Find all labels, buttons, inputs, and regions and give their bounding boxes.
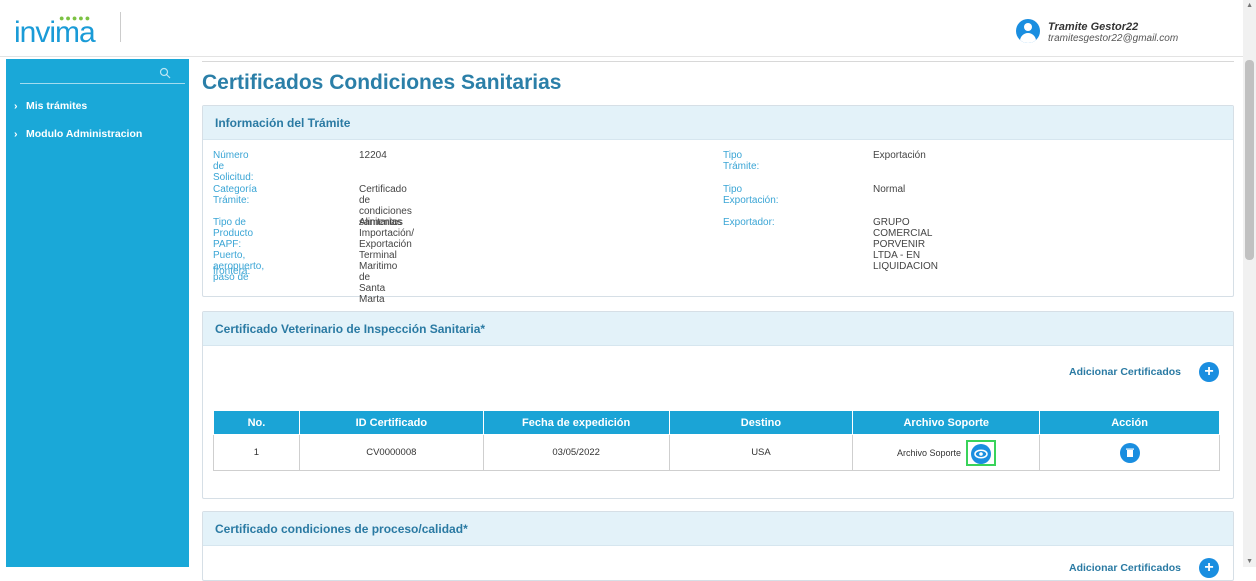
archivo-soporte-label: Archivo Soporte <box>896 447 962 458</box>
label-tipo-tramite: Tipo Trámite: <box>723 150 760 172</box>
chevron-right-icon: › <box>14 100 18 112</box>
add-certificates-link[interactable]: Adicionar Certificados <box>1069 366 1181 378</box>
sidebar-item-modulo-administracion[interactable]: › Modulo Administracion <box>14 128 142 140</box>
label-numero-solicitud: Número de Solicitud: <box>213 150 254 183</box>
sidebar-item-mis-tramites[interactable]: › Mis trámites <box>14 100 87 112</box>
vet-certificates-table: No. ID Certificado Fecha de expedición D… <box>213 410 1220 471</box>
info-card: Información del Trámite Número de Solici… <box>202 105 1234 305</box>
process-card-title: Certificado condiciones de proceso/calid… <box>203 512 1233 546</box>
view-file-highlight[interactable] <box>965 439 996 466</box>
sidebar-item-label: Mis trámites <box>26 100 88 112</box>
value-puerto: Terminal Maritimo de Santa Marta <box>359 250 398 305</box>
title-divider <box>202 61 1234 62</box>
cell-no: 1 <box>213 434 300 471</box>
add-certificate-button[interactable]: + <box>1199 558 1219 578</box>
invima-logo[interactable]: invima ●●●●● <box>14 13 96 50</box>
sidebar: › Mis trámites › Modulo Administracion <box>6 59 189 567</box>
plus-icon: + <box>1204 363 1214 380</box>
cell-accion <box>1039 434 1220 471</box>
label-categoria-tramite: Categoría Trámite: <box>213 184 257 206</box>
page-title: Certificados Condiciones Sanitarias <box>202 71 562 94</box>
add-certificate-button[interactable]: + <box>1199 362 1219 382</box>
value-tipo-producto: Alimentos <box>359 217 403 228</box>
vet-certificate-card: Certificado Veterinario de Inspección Sa… <box>202 311 1234 499</box>
table-row: 1 CV0000008 03/05/2022 USA Archivo Sopor… <box>213 434 1220 471</box>
user-menu[interactable]: Tramite Gestor22 tramitesgestor22@gmail.… <box>1016 15 1226 45</box>
col-no: No. <box>213 410 300 435</box>
label-tipo-producto: Tipo de Producto PAPF: <box>213 217 254 250</box>
user-avatar-icon[interactable] <box>1016 19 1040 43</box>
page-scrollbar[interactable]: ▲ ▼ <box>1243 0 1256 567</box>
top-bar: invima ●●●●● Tramite Gestor22 tramitesge… <box>0 0 1256 57</box>
value-numero-solicitud: 12204 <box>359 150 387 161</box>
user-email: tramitesgestor22@gmail.com <box>1048 33 1179 44</box>
cell-archivo-soporte: Archivo Soporte <box>852 434 1041 471</box>
scroll-down-arrow-icon[interactable]: ▼ <box>1246 558 1253 565</box>
add-certificates-link[interactable]: Adicionar Certificados <box>1069 562 1181 574</box>
logo-divider <box>120 12 121 42</box>
col-id-certificado: ID Certificado <box>298 410 484 435</box>
cell-destino: USA <box>668 434 854 471</box>
eye-icon[interactable] <box>970 443 991 464</box>
chevron-right-icon: › <box>14 128 18 140</box>
col-destino: Destino <box>668 410 854 435</box>
col-accion: Acción <box>1039 410 1220 435</box>
col-fecha-expedicion: Fecha de expedición <box>482 410 670 435</box>
label-tipo-exportacion: Tipo Exportación: <box>723 184 779 206</box>
col-archivo-soporte: Archivo Soporte <box>852 410 1041 435</box>
info-card-title: Información del Trámite <box>203 106 1233 140</box>
cell-fecha: 03/05/2022 <box>482 434 670 471</box>
delete-icon[interactable] <box>1119 442 1140 463</box>
search-icon[interactable] <box>159 67 171 79</box>
scroll-thumb[interactable] <box>1245 60 1254 260</box>
sidebar-search-line[interactable] <box>20 83 185 84</box>
value-tipo-tramite: Exportación <box>873 150 926 161</box>
process-certificate-card: Certificado condiciones de proceso/calid… <box>202 511 1234 581</box>
table-header-row: No. ID Certificado Fecha de expedición D… <box>213 410 1220 435</box>
sidebar-item-label: Modulo Administracion <box>26 128 143 140</box>
user-name: Tramite Gestor22 <box>1048 21 1139 33</box>
value-exportador: GRUPO COMERCIAL PORVENIR LTDA - EN LIQUI… <box>873 217 939 272</box>
main-content: Certificados Condiciones Sanitarias Info… <box>202 59 1234 581</box>
cell-id-certificado: CV0000008 <box>298 434 484 471</box>
vet-card-title: Certificado Veterinario de Inspección Sa… <box>203 312 1233 346</box>
value-tipo-exportacion: Normal <box>873 184 906 195</box>
plus-icon: + <box>1204 559 1214 576</box>
label-exportador: Exportador: <box>723 217 775 228</box>
logo-dots: ●●●●● <box>59 13 92 23</box>
scroll-up-arrow-icon[interactable]: ▲ <box>1246 2 1253 9</box>
label-puerto-line2: frontera: <box>213 266 251 277</box>
